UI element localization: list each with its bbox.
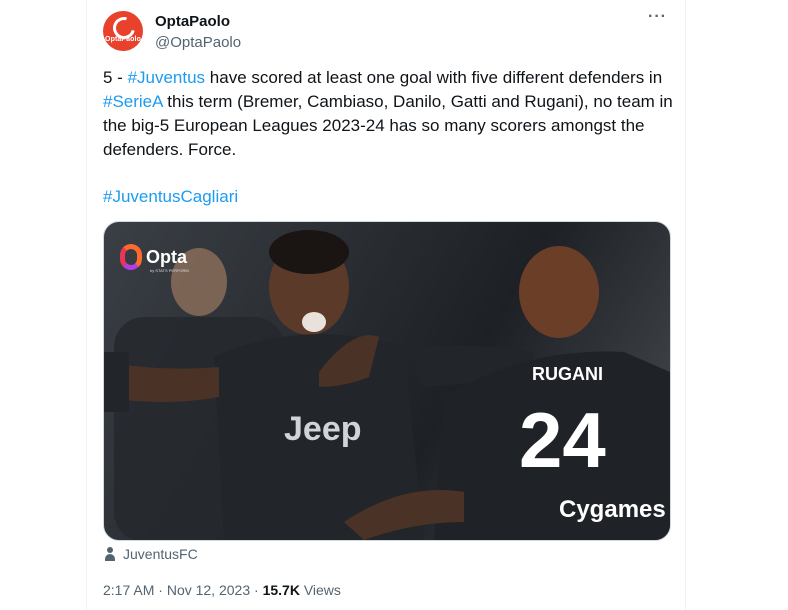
- more-options-button[interactable]: ···: [648, 8, 667, 26]
- hashtag-juventus-link[interactable]: #Juventus: [128, 68, 206, 87]
- tweet-text-part: have scored at least one goal with five …: [205, 68, 663, 87]
- opta-logo-text: Opta: [146, 246, 188, 267]
- sponsor2-text: Cygames: [559, 496, 666, 523]
- tweet-text: 5 - #Juventus have scored at least one g…: [103, 66, 673, 162]
- views-label: Views: [303, 582, 341, 598]
- tweet-meta: 2:17 AM · Nov 12, 2023 · 15.7K Views: [103, 582, 341, 598]
- sponsor-text: Jeep: [284, 410, 362, 448]
- opta-mark-icon: [120, 244, 142, 270]
- tagged-user[interactable]: JuventusFC: [103, 546, 198, 562]
- author-name[interactable]: OptaPaolo: [155, 13, 230, 30]
- tweet-time[interactable]: 2:17 AM: [103, 582, 154, 598]
- opta-logo: Opta by STATS PERFORM: [120, 244, 189, 273]
- author-handle[interactable]: @OptaPaolo: [155, 34, 241, 51]
- meta-separator: ·: [158, 582, 163, 598]
- shirt-number-text: 24: [519, 396, 606, 484]
- tweet-card: OptaPaolo OptaPaolo @OptaPaolo ··· 5 - #…: [86, 0, 686, 610]
- meta-separator: ·: [254, 582, 259, 598]
- tweet-date[interactable]: Nov 12, 2023: [167, 582, 250, 598]
- shirt-name-text: RUGANI: [532, 364, 603, 384]
- author-avatar[interactable]: OptaPaolo: [103, 11, 143, 51]
- photo-illustration: Jeep RUGANI 24 Cygames: [104, 230, 670, 540]
- tweet-text-part: this term (Bremer, Cambiaso, Danilo, Gat…: [103, 92, 673, 159]
- views-count: 15.7K: [262, 582, 300, 598]
- avatar-text: OptaPaolo: [105, 36, 141, 43]
- hashtag-seriea-link[interactable]: #SerieA: [103, 92, 163, 111]
- tweet-photo[interactable]: Jeep RUGANI 24 Cygames Opta by STATS PER…: [103, 221, 671, 541]
- hashtag-juventuscagliari-link[interactable]: #JuventusCagliari: [103, 187, 238, 207]
- person-icon: [103, 547, 117, 561]
- tweet-text-part: 5 -: [103, 68, 128, 87]
- opta-logo-subtext: by STATS PERFORM: [150, 268, 189, 273]
- tagged-user-name: JuventusFC: [123, 546, 198, 562]
